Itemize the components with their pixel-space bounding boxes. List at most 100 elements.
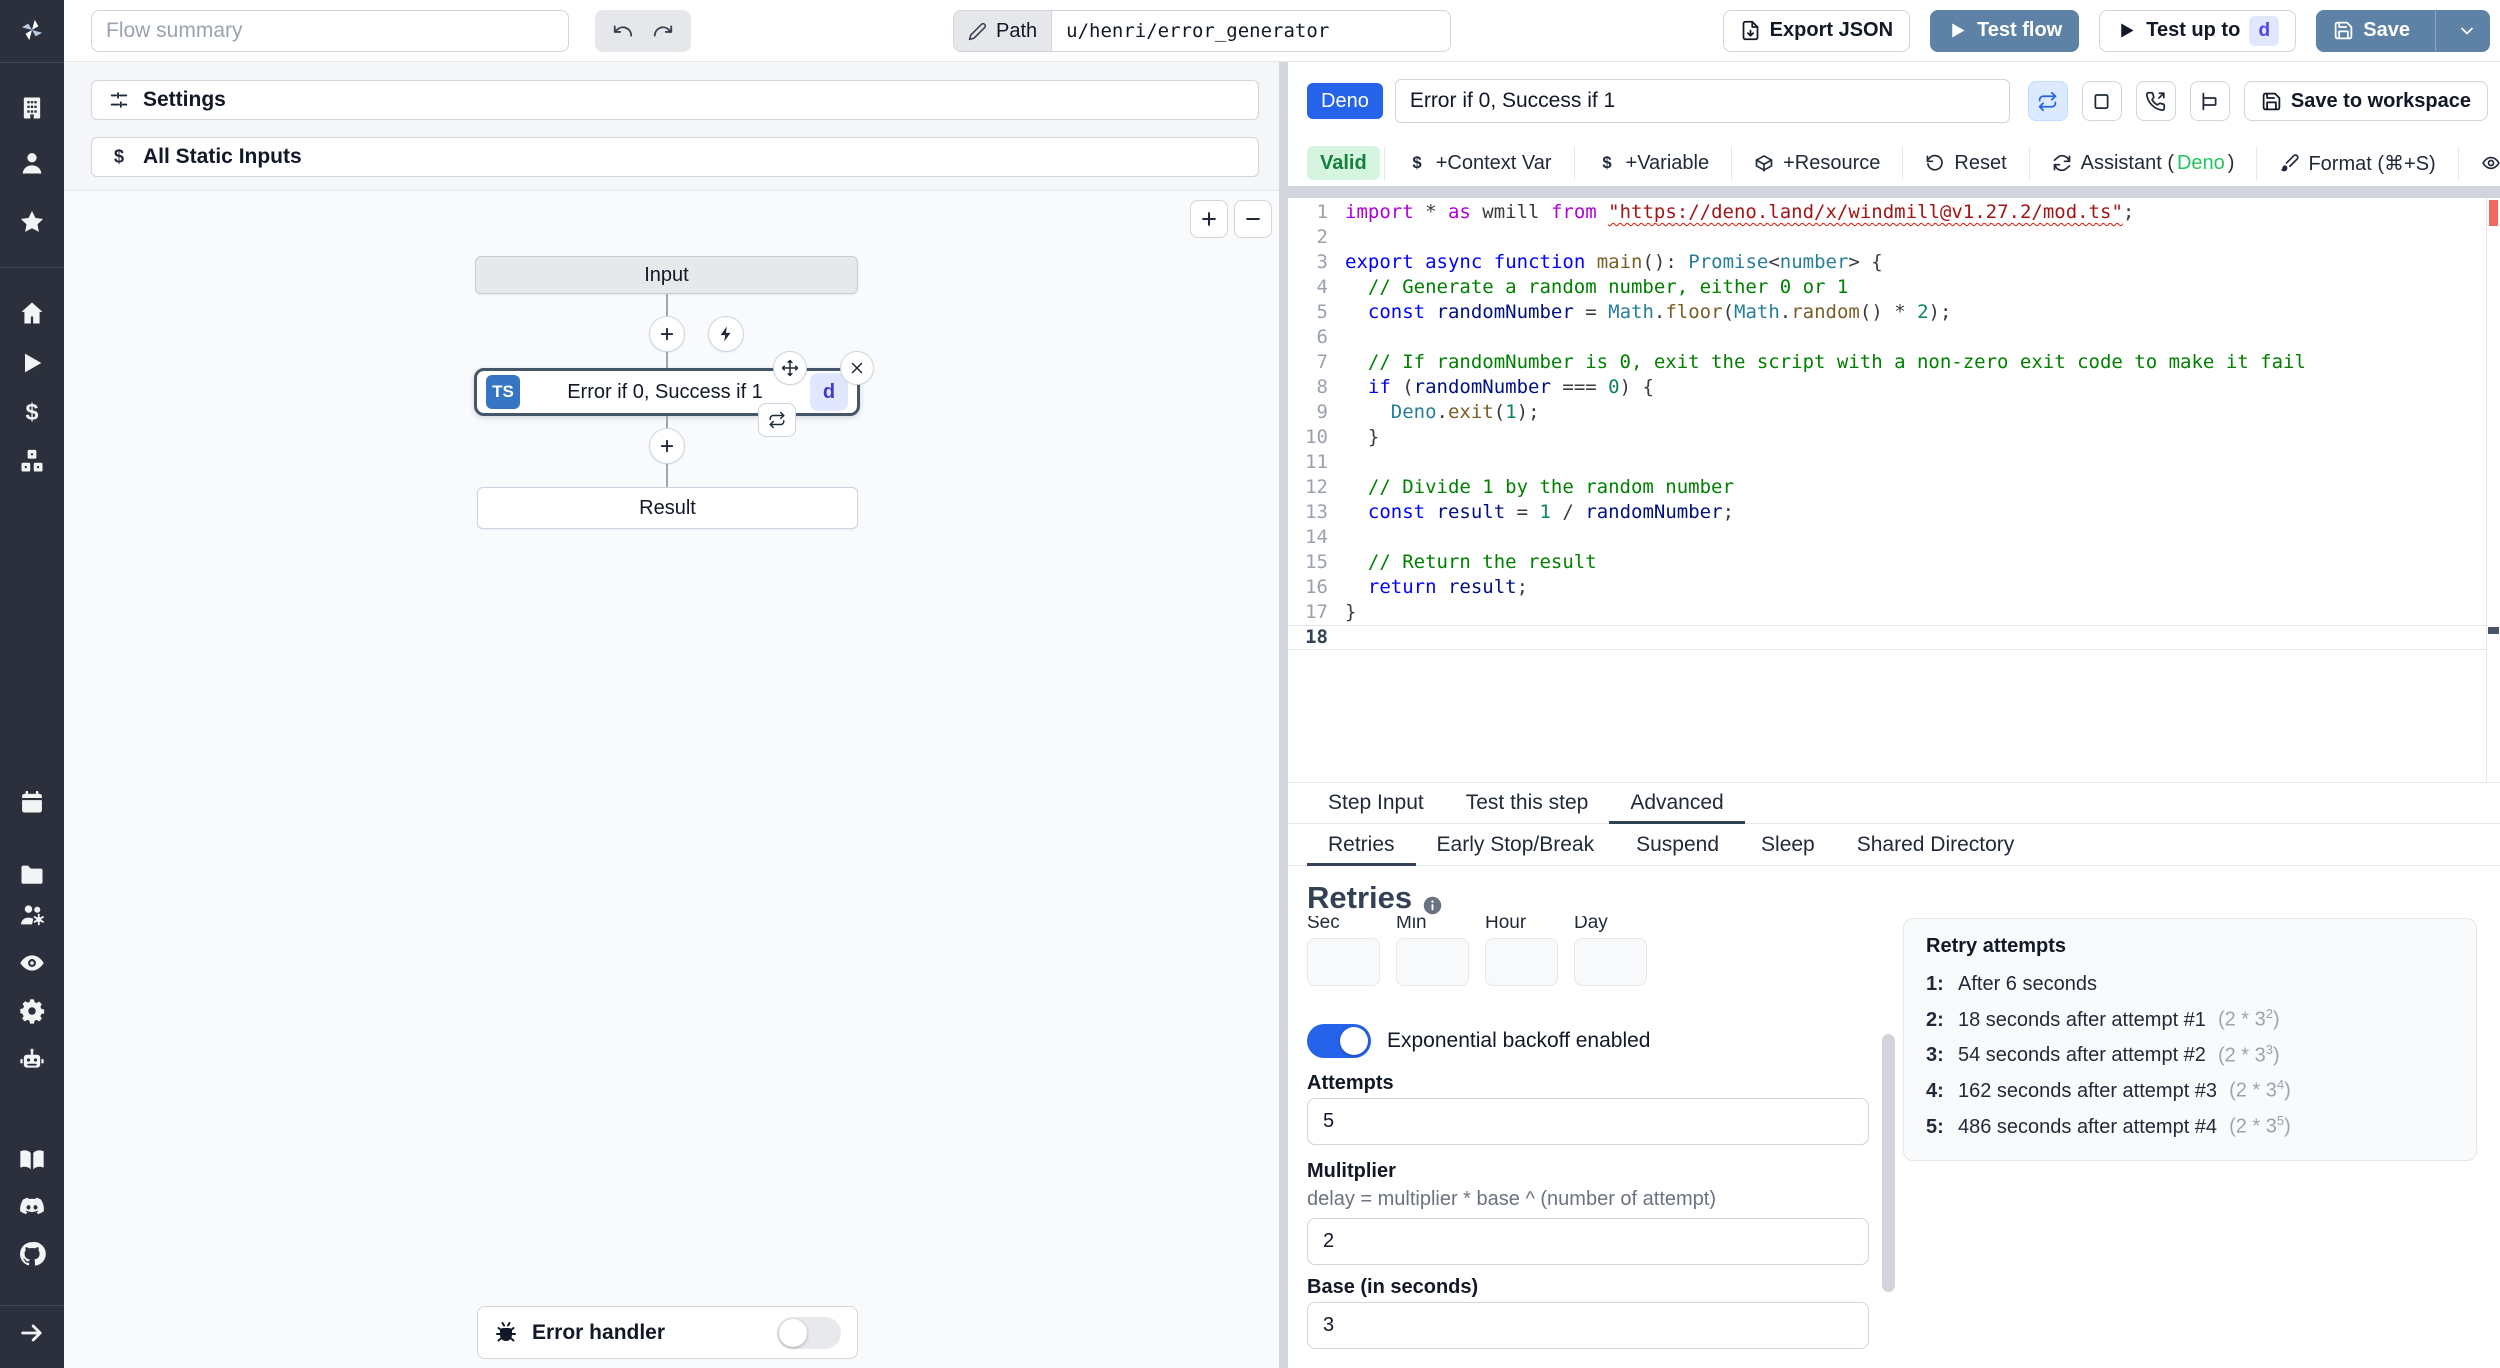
- code-line: import * as wmill from "https://deno.lan…: [1345, 201, 2135, 223]
- error-handler-toggle[interactable]: [777, 1316, 841, 1349]
- sidebar-play-icon[interactable]: [18, 349, 46, 377]
- delete-step-button[interactable]: [840, 351, 874, 385]
- code-line: // Divide 1 by the random number: [1367, 476, 1734, 498]
- sidebar-calendar-icon[interactable]: [18, 788, 46, 816]
- exponential-backoff-toggle[interactable]: [1307, 1024, 1371, 1058]
- subtab-sleep[interactable]: Sleep: [1740, 824, 1836, 865]
- trigger-button[interactable]: [708, 316, 744, 352]
- subtab-suspend[interactable]: Suspend: [1615, 824, 1740, 865]
- toggle-before-after-button[interactable]: [2027, 81, 2068, 121]
- backoff-label: Exponential backoff enabled: [1387, 1029, 1651, 1052]
- sidebar-folder-icon[interactable]: [18, 861, 46, 889]
- flow-summary-input[interactable]: [91, 9, 569, 52]
- toolbar-assistant-button[interactable]: Assistant (Deno): [2030, 146, 2257, 180]
- sidebar-github-icon[interactable]: [18, 1240, 46, 1268]
- flow-graph-canvas[interactable]: Input TS Error if 0, Success if 1 d Resu…: [64, 190, 1279, 1368]
- error-marker: [2489, 200, 2498, 226]
- sidebar-home-icon[interactable]: [18, 299, 46, 327]
- restart-step-button[interactable]: [758, 403, 796, 437]
- flow-settings-button[interactable]: Settings: [91, 80, 1259, 120]
- sec-input[interactable]: [1307, 938, 1380, 986]
- zoom-in-button[interactable]: [1190, 200, 1228, 238]
- toolbar-reset-button[interactable]: Reset: [1903, 146, 2028, 180]
- tab-advanced[interactable]: Advanced: [1609, 783, 1746, 824]
- step-title-input[interactable]: [1394, 79, 2010, 123]
- expand-editor-button[interactable]: [2081, 81, 2122, 121]
- multiplier-input[interactable]: [1307, 1218, 1869, 1265]
- retry-attempt-item: 3: 54 seconds after attempt #2 (2 * 33): [1926, 1041, 2280, 1067]
- add-step-button[interactable]: [649, 428, 685, 464]
- sidebar-building-icon[interactable]: [18, 94, 46, 122]
- min-label: Min: [1396, 916, 1427, 933]
- flow-input-node[interactable]: Input: [475, 256, 858, 294]
- undo-icon[interactable]: [612, 20, 634, 42]
- base-input[interactable]: [1307, 1302, 1869, 1349]
- add-step-button[interactable]: [649, 316, 685, 352]
- settings-label: Settings: [143, 88, 226, 111]
- test-up-to-button[interactable]: Test up to d: [2099, 9, 2297, 52]
- subtab-early-stop-break[interactable]: Early Stop/Break: [1416, 824, 1616, 865]
- sidebar-star-icon[interactable]: [18, 208, 46, 236]
- bed-icon: [2199, 91, 2220, 112]
- button-divider: [2435, 10, 2436, 51]
- editor-toolbar: Valid $ +Context Var $ +Variable +Resource Re…: [1288, 140, 2500, 186]
- sidebar-gear-icon[interactable]: [18, 997, 46, 1025]
- all-static-inputs-button[interactable]: $ All Static Inputs: [91, 137, 1259, 177]
- toolbar-context-var-button[interactable]: $ +Context Var: [1385, 146, 1574, 180]
- save-icon: [2333, 20, 2354, 41]
- save-to-workspace-button[interactable]: Save to workspace: [2243, 81, 2488, 121]
- svg-text:$: $: [1412, 153, 1422, 172]
- play-icon: [1947, 20, 1968, 41]
- test-flow-button[interactable]: Test flow: [1930, 9, 2080, 52]
- square-icon: [2091, 91, 2112, 112]
- save-dropdown-toggle[interactable]: [2445, 11, 2489, 51]
- form-scrollbar[interactable]: [1882, 1034, 1895, 1292]
- save-button[interactable]: Save: [2316, 9, 2490, 52]
- code-editor[interactable]: 1 2 3 4 5 6 7 8 9 10 11 12 13 14 15 16 17 18 import * as …: [1288, 198, 2500, 782]
- zoom-out-button[interactable]: [1234, 200, 1272, 238]
- sidebar-windmill-logo[interactable]: [18, 16, 46, 44]
- sidebar-arrow-right-icon[interactable]: [18, 1319, 46, 1347]
- sleep-button[interactable]: [2189, 81, 2230, 121]
- sidebar-user-icon[interactable]: [18, 149, 46, 177]
- tab-step-input[interactable]: Step Input: [1307, 783, 1445, 823]
- sidebar-eye-icon[interactable]: [18, 949, 46, 977]
- sidebar-separator: [0, 267, 64, 268]
- day-input[interactable]: [1574, 938, 1647, 986]
- play-icon: [2116, 20, 2137, 41]
- save-icon: [2261, 91, 2282, 112]
- minus-icon: [1243, 209, 1263, 229]
- dollar-icon: $: [1407, 153, 1427, 173]
- topbar-actions: Export JSON Test flow Test up to d Save: [1722, 9, 2490, 52]
- toolbar-format-s-button[interactable]: Format (⌘+S): [2257, 146, 2457, 180]
- sidebar-dollar-icon[interactable]: $: [18, 399, 46, 427]
- move-step-button[interactable]: [773, 351, 807, 385]
- flow-result-node[interactable]: Result: [477, 487, 858, 529]
- toolbar-variable-button[interactable]: $ +Variable: [1575, 146, 1732, 180]
- redo-icon[interactable]: [652, 20, 674, 42]
- min-input[interactable]: [1396, 938, 1469, 986]
- sidebar-discord-icon[interactable]: [18, 1193, 46, 1221]
- retry-attempts-summary: Retry attempts 1: After 6 seconds 2: 18 sec…: [1903, 918, 2477, 1161]
- toolbar-explore-other-s-button[interactable]: Explore other s: [2459, 146, 2500, 180]
- subtab-retries[interactable]: Retries: [1307, 824, 1416, 866]
- box-icon: [1754, 153, 1774, 173]
- export-json-button[interactable]: Export JSON: [1722, 9, 1911, 52]
- hour-input[interactable]: [1485, 938, 1558, 986]
- typescript-badge: TS: [486, 375, 520, 409]
- code-line: [1288, 625, 2486, 650]
- subtab-shared-directory[interactable]: Shared Directory: [1836, 824, 2036, 865]
- attempts-input[interactable]: [1307, 1098, 1869, 1145]
- sidebar-users-cog-icon[interactable]: [18, 901, 46, 929]
- sidebar-boxes-icon[interactable]: [18, 447, 46, 475]
- sidebar-robot-icon[interactable]: [18, 1046, 46, 1074]
- path-input[interactable]: [1051, 10, 1452, 52]
- sidebar-book-icon[interactable]: [18, 1146, 46, 1174]
- panel-resize-handle[interactable]: [1279, 62, 1288, 1368]
- toolbar-resource-button[interactable]: +Resource: [1732, 146, 1902, 180]
- code-line: if (randomNumber === 0) {: [1367, 376, 1654, 398]
- advanced-subtabs: Retries Early Stop/Break Suspend Sleep S…: [1288, 824, 2500, 866]
- webhook-button[interactable]: [2135, 81, 2176, 121]
- tab-test-this-step[interactable]: Test this step: [1445, 783, 1610, 823]
